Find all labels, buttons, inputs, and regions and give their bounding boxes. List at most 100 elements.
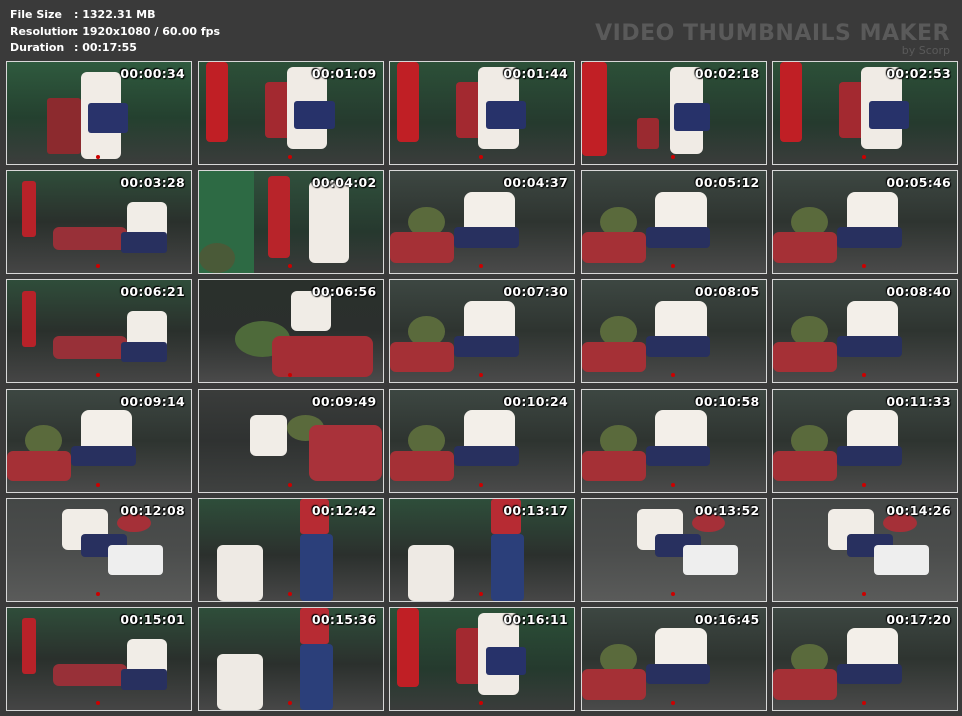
thumbnail-watermark-logo [862, 482, 868, 487]
thumbnail-timestamp: 00:09:14 [120, 393, 185, 409]
logo-dot-icon [670, 264, 675, 269]
logo-dot-icon [96, 264, 100, 269]
thumbnail-timestamp: 00:02:18 [694, 66, 760, 81]
thumbnail-watermark-logo [670, 154, 677, 159]
thumbnail-figure [397, 607, 420, 688]
logo-dot-icon [862, 373, 866, 378]
thumbnail-figure [581, 450, 646, 482]
logo-dot-icon [670, 155, 675, 159]
logo-dot-icon [479, 155, 483, 159]
thumbnail-timestamp: 00:16:45 [694, 611, 760, 627]
thumbnail-figure [21, 290, 37, 347]
thumbnail-figure [21, 181, 37, 238]
thumbnail-figure [87, 102, 129, 134]
thumbnail-figure [837, 445, 902, 467]
thumbnail-timestamp: 00:04:02 [311, 175, 377, 191]
video-thumbnail: 00:11:33 [772, 388, 958, 493]
thumbnail-figure [7, 450, 72, 482]
video-thumbnail: 00:14:26 [772, 497, 958, 602]
duration-label: Duration [10, 41, 65, 54]
thumbnail-grid: 00:00:34 00:01:09 00:01:44 00:02:18 00:02:53… [6, 61, 958, 711]
thumbnail-timestamp: 00:05:46 [886, 175, 951, 191]
thumbnail-figure [868, 100, 910, 130]
thumbnail-watermark-logo [479, 482, 485, 487]
thumbnail-timestamp: 00:12:42 [311, 502, 377, 518]
logo-dot-icon [479, 591, 483, 596]
logo-dot-icon [862, 700, 866, 705]
thumbnail-figure [454, 227, 519, 248]
thumbnail-timestamp: 00:00:34 [120, 66, 185, 81]
thumbnail-timestamp: 00:01:44 [503, 66, 568, 81]
thumbnail-figure [299, 643, 333, 710]
thumbnail-timestamp: 00:08:40 [886, 284, 951, 300]
thumbnail-figure [773, 669, 838, 700]
thumbnail-figure [294, 100, 335, 130]
logo-dot-icon [287, 700, 292, 705]
thumbnail-figure [581, 62, 608, 156]
file-size-label: File Size [10, 8, 62, 21]
thumbnail-figure [71, 445, 136, 467]
thumbnail-figure [272, 336, 374, 378]
logo-dot-icon [287, 482, 292, 487]
logo-dot-icon [670, 591, 675, 596]
thumbnail-timestamp: 00:16:11 [503, 611, 568, 627]
file-size-row: File Size : 1322.31 MB [10, 7, 220, 24]
thumbnail-figure [581, 232, 646, 263]
thumbnail-figure [454, 336, 519, 357]
thumbnail-timestamp: 00:04:37 [503, 175, 568, 191]
video-thumbnail: 00:02:53 [772, 61, 958, 165]
thumbnail-watermark-logo [287, 154, 294, 159]
thumbnail-watermark-logo [287, 263, 294, 269]
thumbnail-timestamp: 00:15:01 [120, 611, 185, 627]
thumbnail-figure [485, 646, 527, 676]
thumbnail-timestamp: 00:13:52 [694, 502, 760, 518]
video-thumbnail: 00:08:40 [772, 279, 958, 384]
thumbnail-figure [216, 653, 263, 710]
thumbnail-figure [636, 118, 659, 149]
logo-dot-icon [287, 155, 292, 159]
logo-dot-icon [670, 373, 675, 378]
resolution-label: Resolution [10, 24, 77, 38]
thumbnail-figure [454, 445, 519, 467]
logo-dot-icon [287, 591, 292, 596]
thumbnail-timestamp: 00:14:26 [886, 502, 951, 518]
thumbnail-watermark-logo [670, 482, 677, 487]
logo-dot-icon [862, 264, 866, 269]
video-thumbnail: 00:02:18 [580, 61, 767, 165]
thumbnail-figure [780, 62, 803, 142]
thumbnail-figure [645, 227, 711, 248]
thumbnail-figure [53, 664, 127, 687]
video-thumbnail: 00:10:58 [580, 388, 767, 493]
resolution-row: Resolution : 1920x1080 / 60.00 fps [10, 24, 220, 41]
thumbnail-timestamp: 00:11:33 [886, 393, 951, 409]
video-thumbnail: 00:09:14 [6, 388, 192, 493]
video-thumbnail: 00:04:02 [197, 170, 384, 275]
thumbnail-timestamp: 00:06:56 [311, 284, 377, 300]
file-info-panel: File Size : 1322.31 MB Resolution : 1920… [10, 7, 220, 57]
video-thumbnail: 00:04:37 [389, 170, 575, 275]
thumbnail-watermark-logo [96, 700, 102, 705]
video-thumbnail: 00:07:30 [389, 279, 575, 384]
duration-row: Duration : 00:17:55 [10, 40, 220, 57]
thumbnail-watermark-logo [287, 591, 294, 596]
thumbnail-figure [673, 102, 711, 132]
video-thumbnail: 00:13:52 [580, 497, 767, 602]
thumbnail-timestamp: 00:07:30 [503, 284, 568, 300]
thumbnail-figure [21, 618, 37, 675]
brand-title: VIDEO THUMBNAILS MAKER [595, 21, 950, 46]
thumbnail-figure [581, 341, 646, 373]
thumbnail-timestamp: 00:09:49 [311, 393, 377, 409]
logo-dot-icon [670, 700, 675, 705]
logo-dot-icon [287, 373, 292, 378]
thumbnail-figure [682, 544, 738, 576]
logo-dot-icon [96, 482, 100, 487]
logo-dot-icon [479, 482, 483, 487]
logo-dot-icon [670, 482, 675, 487]
video-thumbnail: 00:10:24 [389, 388, 575, 493]
video-thumbnail: 00:16:45 [580, 606, 767, 711]
thumbnail-figure [491, 534, 525, 601]
thumbnail-figure [53, 336, 127, 359]
thumbnail-figure [121, 341, 168, 362]
thumbnail-figure [773, 450, 838, 482]
thumbnail-watermark-logo [862, 372, 868, 378]
